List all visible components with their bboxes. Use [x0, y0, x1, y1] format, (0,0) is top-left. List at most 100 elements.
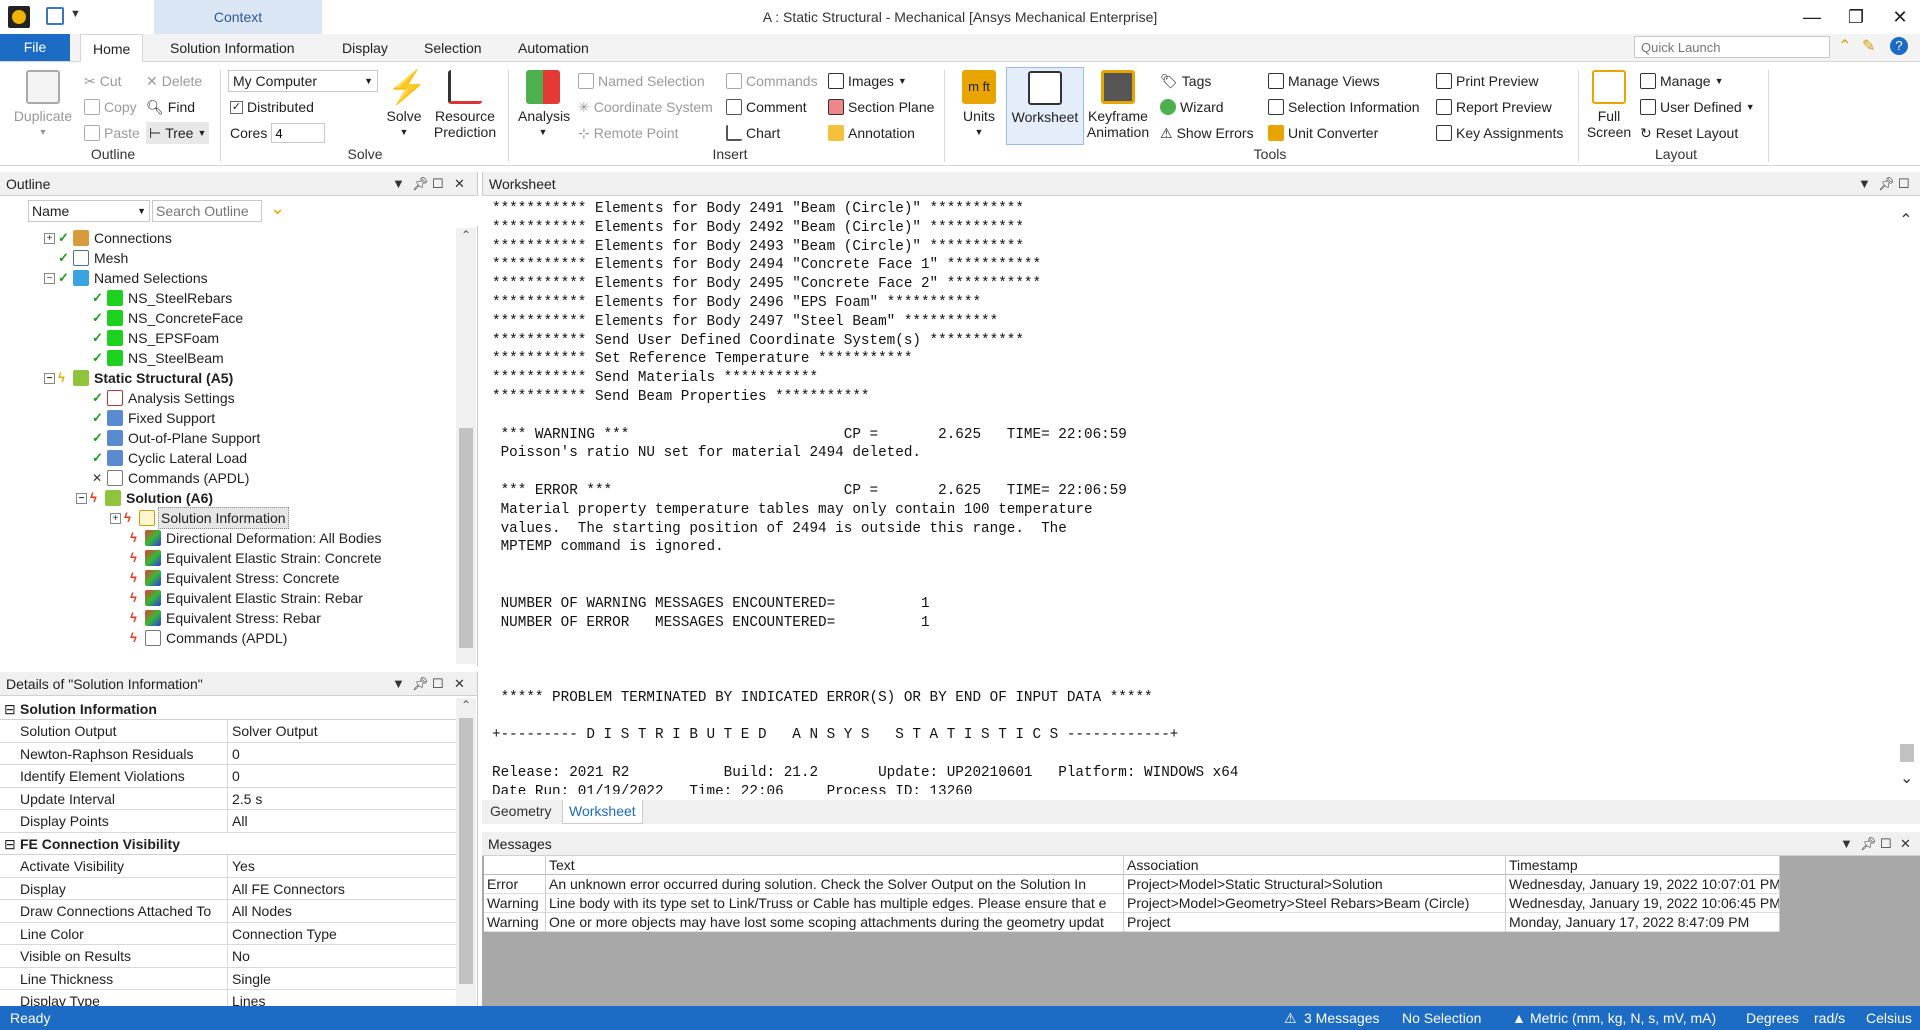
collapse-ribbon-icon[interactable]: ⌃ [1838, 36, 1851, 56]
reset-layout-button[interactable]: ↻ Reset Layout [1640, 122, 1738, 144]
status-messages[interactable]: 3 Messages [1304, 1006, 1379, 1030]
tab-solution-information[interactable]: Solution Information [158, 34, 307, 62]
close-pane-icon[interactable]: ✕ [1900, 832, 1911, 856]
details-row[interactable]: Line Color Connection Type [0, 922, 456, 945]
tree-node[interactable]: ✓ Fixed Support [92, 408, 217, 428]
chart-button[interactable]: Chart [726, 122, 780, 144]
maximize-icon[interactable]: ☐ [1880, 832, 1892, 856]
pin-icon[interactable]: 📌︎ [1860, 832, 1877, 856]
pin-icon[interactable]: 📌︎ [1878, 172, 1895, 196]
find-button[interactable]: 🔍︎ Find [146, 96, 195, 118]
full-screen-button[interactable]: Full Screen [1586, 70, 1632, 140]
pane-menu-icon[interactable]: ▼ [392, 172, 405, 196]
key-assignments-button[interactable]: Key Assignments [1436, 122, 1563, 144]
duplicate-button[interactable]: Duplicate ▼ [10, 70, 76, 140]
tree-node[interactable]: ϟ Directional Deformation: All Bodies [130, 528, 384, 548]
tree-node[interactable]: ϟ Equivalent Stress: Rebar [130, 608, 323, 628]
details-row[interactable]: Draw Connections Attached To All Nodes [0, 900, 456, 923]
tab-worksheet[interactable]: Worksheet [562, 800, 643, 824]
collapse-icon[interactable]: − [76, 492, 87, 504]
worksheet-scrollbar[interactable]: ⌃ ⌄ [1894, 198, 1918, 798]
tree-node[interactable]: ✓ Analysis Settings [92, 388, 237, 408]
annotation-button[interactable]: Annotation [828, 122, 915, 144]
solve-process-select[interactable]: My Computer ▼ [228, 70, 378, 92]
help-icon[interactable]: ? [1890, 37, 1908, 55]
details-value[interactable]: 0 [230, 743, 452, 765]
details-scrollbar[interactable]: ⌃ [456, 698, 476, 1008]
tab-automation[interactable]: Automation [506, 34, 601, 62]
named-selection-button[interactable]: Named Selection [578, 70, 705, 92]
details-row[interactable]: Visible on Results No [0, 945, 456, 968]
cut-button[interactable]: ✂ Cut [84, 70, 122, 92]
pane-menu-icon[interactable]: ▼ [1840, 832, 1853, 856]
scroll-down-icon[interactable]: ⌄ [1900, 768, 1913, 788]
report-preview-button[interactable]: Report Preview [1436, 96, 1552, 118]
details-value[interactable]: Solver Output [230, 720, 452, 742]
details-row[interactable]: Solution Output Solver Output [0, 720, 456, 743]
details-value[interactable]: Single [230, 968, 452, 990]
unit-converter-button[interactable]: Unit Converter [1268, 122, 1378, 144]
scroll-thumb[interactable] [459, 428, 473, 648]
delete-button[interactable]: ✕ Delete [146, 70, 202, 92]
expand-icon[interactable]: + [44, 232, 55, 244]
tab-geometry[interactable]: Geometry [484, 800, 557, 824]
details-value[interactable]: All FE Connectors [230, 878, 452, 900]
outline-scrollbar[interactable]: ⌃ [456, 228, 476, 664]
selection-information-button[interactable]: Selection Information [1268, 96, 1420, 118]
tree-node[interactable]: ϟ Equivalent Stress: Concrete [130, 568, 342, 588]
tags-button[interactable]: 🏷︎ Tags [1160, 70, 1211, 92]
copy-button[interactable]: Copy [84, 96, 137, 118]
scroll-up-icon[interactable]: ⌃ [1894, 210, 1918, 230]
app-logo-icon[interactable] [8, 6, 30, 28]
context-tab[interactable]: Context [154, 0, 322, 34]
tab-file[interactable]: File [0, 34, 70, 61]
tab-selection[interactable]: Selection [412, 34, 494, 62]
pane-menu-icon[interactable]: ▼ [1858, 172, 1871, 196]
section-plane-button[interactable]: Section Plane [828, 96, 934, 118]
tree-node[interactable]: ✓ NS_SteelRebars [92, 288, 234, 308]
tree-node[interactable]: ✓ NS_ConcreteFace [92, 308, 245, 328]
maximize-icon[interactable]: ☐ [1898, 172, 1910, 196]
units-toggle-icon[interactable]: ▲ [1512, 1006, 1526, 1030]
scroll-thumb[interactable] [459, 718, 473, 984]
save-icon[interactable] [46, 7, 64, 25]
tree-node[interactable]: − ✓ Named Selections [44, 268, 210, 288]
tree-node[interactable]: ✓ Out-of-Plane Support [92, 428, 262, 448]
user-defined-button[interactable]: User Defined ▼ [1640, 96, 1755, 118]
details-row[interactable]: Identify Element Violations 0 [0, 765, 456, 788]
tab-home[interactable]: Home [80, 34, 144, 63]
details-value[interactable]: 0 [230, 765, 452, 787]
cores-input[interactable] [271, 123, 326, 143]
details-value[interactable]: Connection Type [230, 923, 452, 945]
collapse-icon[interactable]: − [44, 372, 55, 384]
tree-node[interactable]: ✕ Commands (APDL) [92, 468, 251, 488]
messages-warning-icon[interactable]: ⚠ [1284, 1006, 1297, 1030]
expand-icon[interactable]: + [110, 512, 121, 524]
commands-button[interactable]: Commands [726, 70, 818, 92]
details-group-header[interactable]: ⊟ FE Connection Visibility [0, 832, 456, 855]
details-value[interactable]: All Nodes [230, 900, 452, 922]
quick-access-dropdown-icon[interactable]: ▼ [70, 8, 81, 20]
close-pane-icon[interactable]: ✕ [454, 172, 465, 196]
keyframe-animation-button[interactable]: Keyframe Animation [1086, 70, 1150, 140]
tree-node[interactable]: − ϟ Static Structural (A5) [44, 368, 235, 388]
print-preview-button[interactable]: Print Preview [1436, 70, 1538, 92]
images-button[interactable]: Images ▼ [828, 70, 907, 92]
solve-button[interactable]: ⚡ Solve ▼ [382, 70, 426, 140]
pin-icon[interactable]: 📌︎ [412, 172, 429, 196]
close-button[interactable]: ✕ [1878, 0, 1920, 34]
tree-node[interactable]: ✓ Cyclic Lateral Load [92, 448, 249, 468]
search-options-icon[interactable]: ⌄ [270, 198, 285, 219]
details-row[interactable]: Display Points All [0, 810, 456, 833]
scroll-thumb[interactable] [1900, 744, 1914, 762]
status-selection[interactable]: No Selection [1402, 1006, 1481, 1030]
column-header-association[interactable]: Association [1124, 856, 1506, 875]
details-row[interactable]: Display All FE Connectors [0, 877, 456, 900]
details-row[interactable]: Newton-Raphson Residuals 0 [0, 742, 456, 765]
minimize-button[interactable]: — [1790, 0, 1834, 34]
comment-button[interactable]: Comment [726, 96, 807, 118]
restore-button[interactable]: ❐ [1834, 0, 1878, 34]
scroll-up-icon[interactable]: ⌃ [456, 228, 476, 242]
details-row[interactable]: Activate Visibility Yes [0, 855, 456, 878]
details-value[interactable]: Yes [230, 855, 452, 877]
